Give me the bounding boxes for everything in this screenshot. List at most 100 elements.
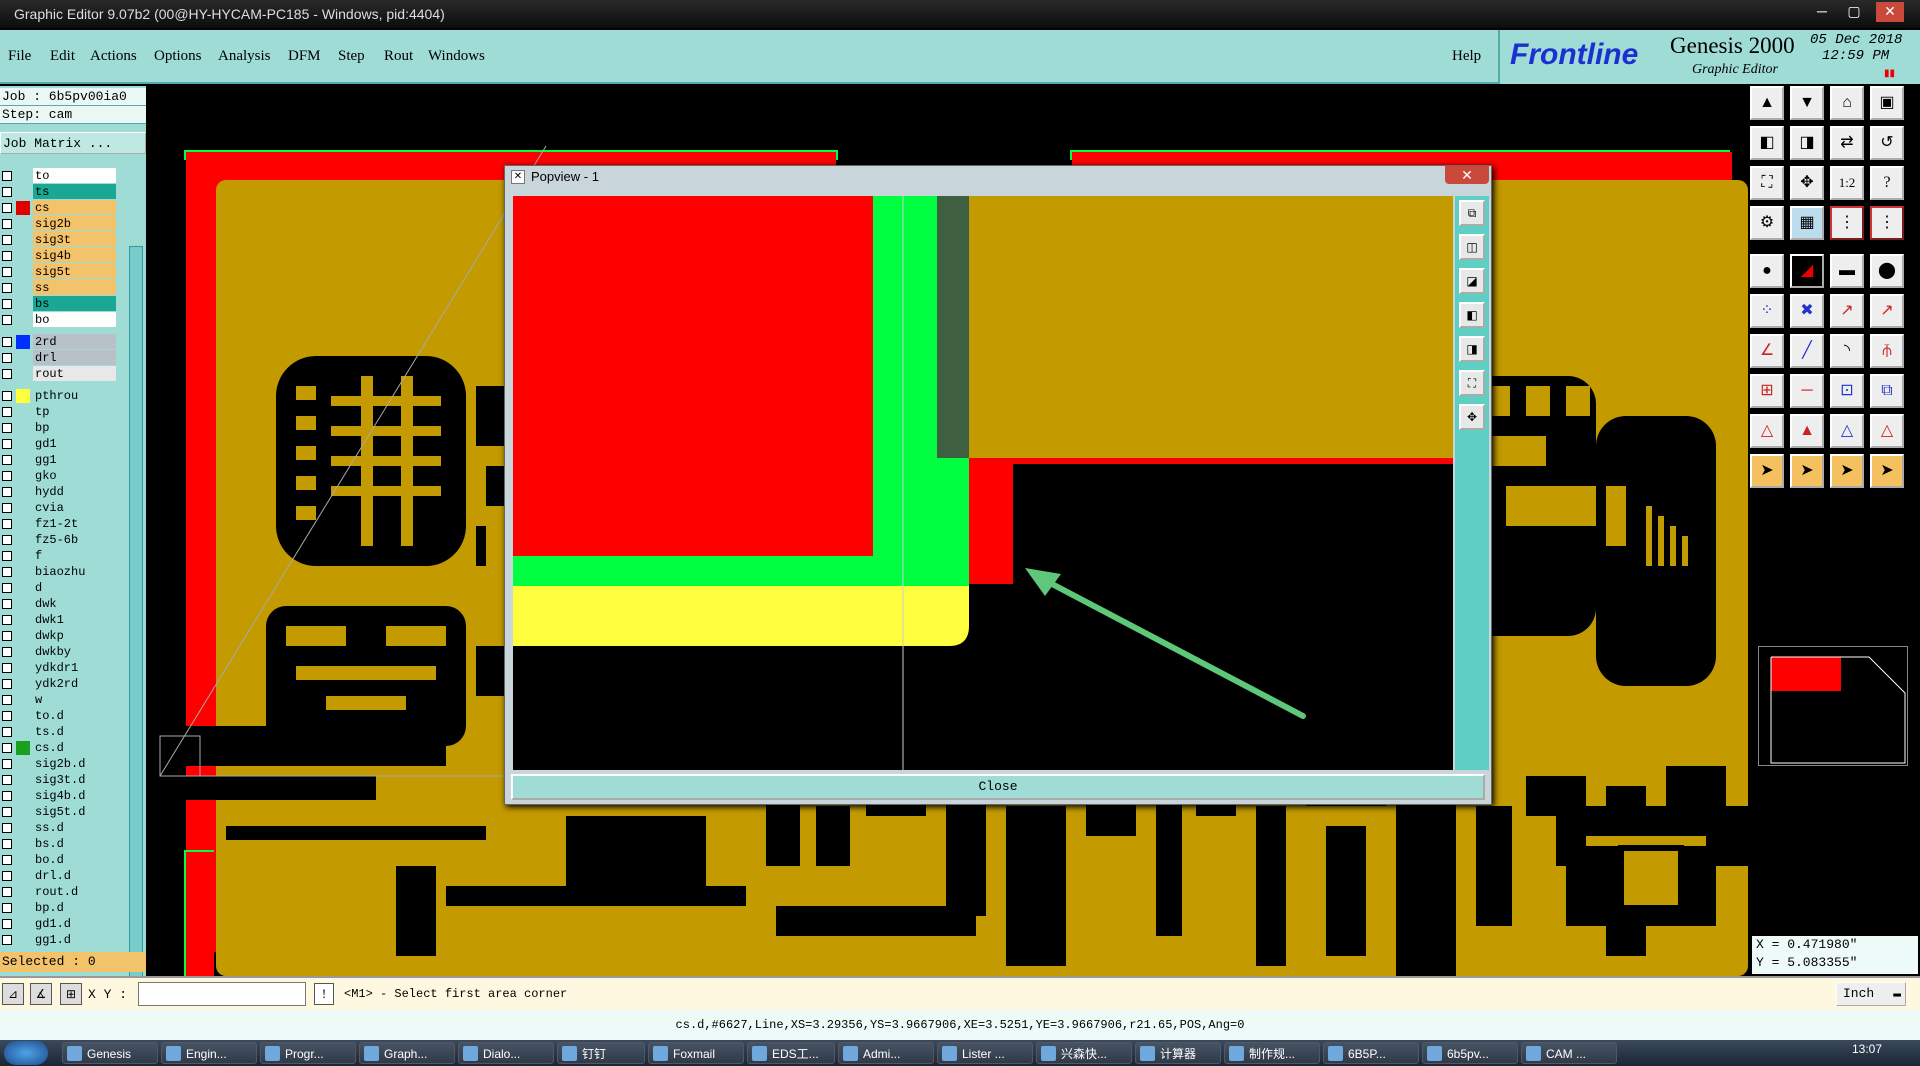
taskbar-item[interactable]: 制作规... — [1224, 1042, 1320, 1064]
menu-options[interactable]: Options — [154, 48, 202, 65]
layer-row[interactable]: w — [0, 692, 116, 708]
layer-checkbox[interactable] — [2, 615, 12, 625]
cursor-mode-icon[interactable]: ⊿ — [2, 983, 24, 1005]
layer-checkbox[interactable] — [2, 407, 12, 417]
layer-checkbox[interactable] — [2, 353, 12, 363]
layer-row[interactable]: sig4b.d — [0, 788, 116, 804]
layer-row[interactable]: dwk — [0, 596, 116, 612]
layer-checkbox[interactable] — [2, 267, 12, 277]
layer-row[interactable]: ts — [0, 184, 116, 200]
taskbar-item[interactable]: Foxmail — [648, 1042, 744, 1064]
layer-checkbox[interactable] — [2, 919, 12, 929]
layer-checkbox[interactable] — [2, 871, 12, 881]
grid-icon[interactable]: ▦ — [1790, 206, 1824, 240]
triangle-icon[interactable]: △ — [1750, 414, 1784, 448]
horizontal-line-icon[interactable]: ─ — [1790, 374, 1824, 408]
polygon-edit-icon[interactable]: △ — [1870, 414, 1904, 448]
save-icon[interactable]: ▣ — [1870, 86, 1904, 120]
layer-row[interactable]: sig2b.d — [0, 756, 116, 772]
layer-checkbox[interactable] — [2, 171, 12, 181]
snap-center-icon[interactable]: ⋮ — [1870, 206, 1904, 240]
surface-icon[interactable]: ⬤ — [1870, 254, 1904, 288]
menu-dfm[interactable]: DFM — [288, 48, 321, 65]
layer-row[interactable]: ydk2rd — [0, 676, 116, 692]
layer-row[interactable]: bp — [0, 420, 116, 436]
layer-checkbox[interactable] — [2, 519, 12, 529]
layer-down-icon[interactable]: ▼ — [1790, 86, 1824, 120]
layer-row[interactable]: ts.d — [0, 724, 116, 740]
taskbar-item[interactable]: 兴森快... — [1036, 1042, 1132, 1064]
layer-checkbox[interactable] — [2, 551, 12, 561]
layer-checkbox[interactable] — [2, 759, 12, 769]
popview-canvas[interactable] — [513, 196, 1453, 770]
layer-row[interactable]: dwk1 — [0, 612, 116, 628]
layer-row[interactable]: dwkby — [0, 644, 116, 660]
layer-row[interactable]: sig2b — [0, 216, 116, 232]
layer-checkbox[interactable] — [2, 439, 12, 449]
taskbar-item[interactable]: Admi... — [838, 1042, 934, 1064]
layer-checkbox[interactable] — [2, 711, 12, 721]
layer-checkbox[interactable] — [2, 471, 12, 481]
open-step-icon[interactable]: ⌂ — [1830, 86, 1864, 120]
layer-checkbox[interactable] — [2, 283, 12, 293]
layer-checkbox[interactable] — [2, 839, 12, 849]
settings-icon[interactable]: ⚙ — [1750, 206, 1784, 240]
menu-rout[interactable]: Rout — [384, 48, 413, 65]
layer-checkbox[interactable] — [2, 251, 12, 261]
layer-checkbox[interactable] — [2, 235, 12, 245]
taskbar-item[interactable]: 钉钉 — [557, 1042, 645, 1064]
layer-checkbox[interactable] — [2, 855, 12, 865]
layer-checkbox[interactable] — [2, 187, 12, 197]
layer-row[interactable]: tp — [0, 404, 116, 420]
connect-icon[interactable]: ⁘ — [1750, 294, 1784, 328]
popview-pan-icon[interactable]: ◧ — [1459, 302, 1485, 328]
popview-fit-icon[interactable]: ⛶ — [1459, 370, 1485, 396]
info-icon[interactable]: ! — [314, 983, 334, 1005]
popview-center-icon[interactable]: ◨ — [1459, 336, 1485, 362]
layer-row[interactable]: bo — [0, 312, 116, 328]
select-pointer-icon[interactable]: ➤ — [1750, 454, 1784, 488]
taskbar-item[interactable]: Engin... — [161, 1042, 257, 1064]
layer-row[interactable]: cvia — [0, 500, 116, 516]
menu-actions[interactable]: Actions — [90, 48, 137, 65]
layer-row[interactable]: ydkdr1 — [0, 660, 116, 676]
menu-edit[interactable]: Edit — [50, 48, 75, 65]
copy-icon[interactable]: ↗ — [1870, 294, 1904, 328]
layer-checkbox[interactable] — [2, 935, 12, 945]
layer-row[interactable]: sig3t.d — [0, 772, 116, 788]
delete-icon[interactable]: ✖ — [1790, 294, 1824, 328]
zoom-fit-icon[interactable]: ⛶ — [1750, 166, 1784, 200]
taskbar-item[interactable]: CAM ... — [1521, 1042, 1617, 1064]
layer-checkbox[interactable] — [2, 487, 12, 497]
pad-icon[interactable]: ● — [1750, 254, 1784, 288]
route-icon[interactable]: ⊡ — [1830, 374, 1864, 408]
taskbar-item[interactable]: 6B5P... — [1323, 1042, 1419, 1064]
grid-toggle-icon[interactable]: ⊞ — [60, 983, 82, 1005]
mirror-icon[interactable]: ⫚ — [1870, 334, 1904, 368]
layer-row[interactable]: to.d — [0, 708, 116, 724]
layer-row[interactable]: d — [0, 580, 116, 596]
layer-row[interactable]: sig5t.d — [0, 804, 116, 820]
popview-redraw-icon[interactable]: ✥ — [1459, 404, 1485, 430]
units-selector[interactable]: Inch ▬ — [1836, 982, 1906, 1006]
layer-checkbox[interactable] — [2, 299, 12, 309]
layer-checkbox[interactable] — [2, 743, 12, 753]
layer-checkbox[interactable] — [2, 219, 12, 229]
layer-row[interactable]: 2rd — [0, 334, 116, 350]
layer-checkbox[interactable] — [2, 203, 12, 213]
add-pad-icon[interactable]: ⊞ — [1750, 374, 1784, 408]
scale-icon[interactable]: 1:2 — [1830, 166, 1864, 200]
layer-row[interactable]: bo.d — [0, 852, 116, 868]
menu-file[interactable]: File — [8, 48, 31, 65]
select-box-icon[interactable]: ➤ — [1790, 454, 1824, 488]
layer-checkbox[interactable] — [2, 823, 12, 833]
layer-row[interactable]: sig4b — [0, 248, 116, 264]
taskbar-item[interactable]: Progr... — [260, 1042, 356, 1064]
arc-icon[interactable]: ◢ — [1790, 254, 1824, 288]
layer-row[interactable]: sig3t — [0, 232, 116, 248]
xy-input[interactable] — [138, 982, 306, 1006]
layer-row[interactable]: gg1 — [0, 452, 116, 468]
move-icon[interactable]: ↗ — [1830, 294, 1864, 328]
layer-row[interactable]: pthrou — [0, 388, 116, 404]
center-icon[interactable]: ✥ — [1790, 166, 1824, 200]
